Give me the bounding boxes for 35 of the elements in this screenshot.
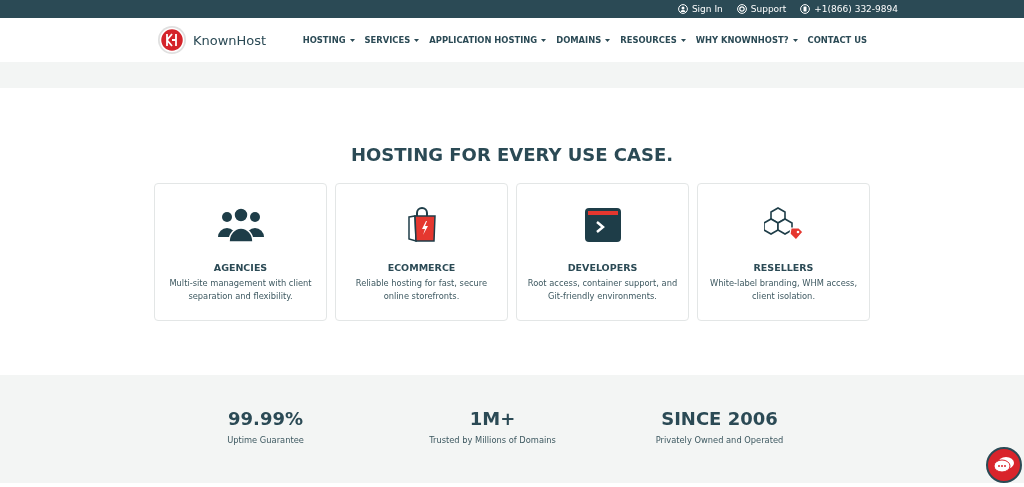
user-icon bbox=[677, 4, 688, 14]
nav-link[interactable]: HOSTING bbox=[302, 35, 355, 45]
logo-text[interactable]: KnownHost bbox=[193, 32, 267, 48]
chat-icon bbox=[993, 456, 1015, 474]
card-text: Multi-site management with client separation and flexibility. bbox=[168, 277, 313, 303]
stat-value: 1M+ bbox=[469, 408, 516, 429]
nav-link[interactable]: WHY KNOWNHOST? bbox=[695, 35, 798, 45]
stat-label: Privately Owned and Operated bbox=[655, 435, 784, 445]
card-text: Reliable hosting for fast, secure online storefronts. bbox=[354, 277, 489, 303]
shopping-bag-icon bbox=[405, 207, 438, 243]
top-link[interactable]: +1(866) 332-9894 bbox=[800, 4, 898, 14]
nav-link[interactable]: DOMAINS bbox=[556, 35, 611, 45]
card-title: ECOMMERCE bbox=[387, 262, 456, 273]
logo-icon[interactable] bbox=[157, 25, 187, 55]
nav-link[interactable]: RESOURCES bbox=[620, 35, 686, 45]
top-link[interactable]: Sign In bbox=[677, 4, 723, 14]
card-text: Root access, container support, and Git-friendly environments. bbox=[526, 277, 679, 303]
top-link[interactable]: Support bbox=[736, 4, 787, 14]
card-title: DEVELOPERS bbox=[567, 262, 638, 273]
nav-link[interactable]: APPLICATION HOSTING bbox=[429, 35, 547, 45]
stat-label: Uptime Guarantee bbox=[227, 435, 304, 445]
section-heading: HOSTING FOR EVERY USE CASE. bbox=[350, 144, 674, 165]
nav-link[interactable]: SERVICES bbox=[364, 35, 420, 45]
terminal-icon bbox=[584, 208, 621, 242]
phone-icon bbox=[800, 4, 811, 14]
card-text: White-label branding, WHM access, client isolation. bbox=[708, 277, 858, 303]
card-title: RESELLERS bbox=[753, 262, 814, 273]
stat-label: Trusted by Millions of Domains bbox=[429, 435, 556, 445]
support-icon bbox=[736, 4, 747, 14]
nav-link[interactable]: CONTACT US bbox=[807, 35, 867, 45]
chat-button[interactable] bbox=[986, 447, 1022, 483]
stat-value: SINCE 2006 bbox=[661, 408, 778, 429]
people-icon bbox=[216, 207, 265, 243]
card-title: AGENCIES bbox=[213, 262, 268, 273]
stat-value: 99.99% bbox=[228, 408, 303, 429]
